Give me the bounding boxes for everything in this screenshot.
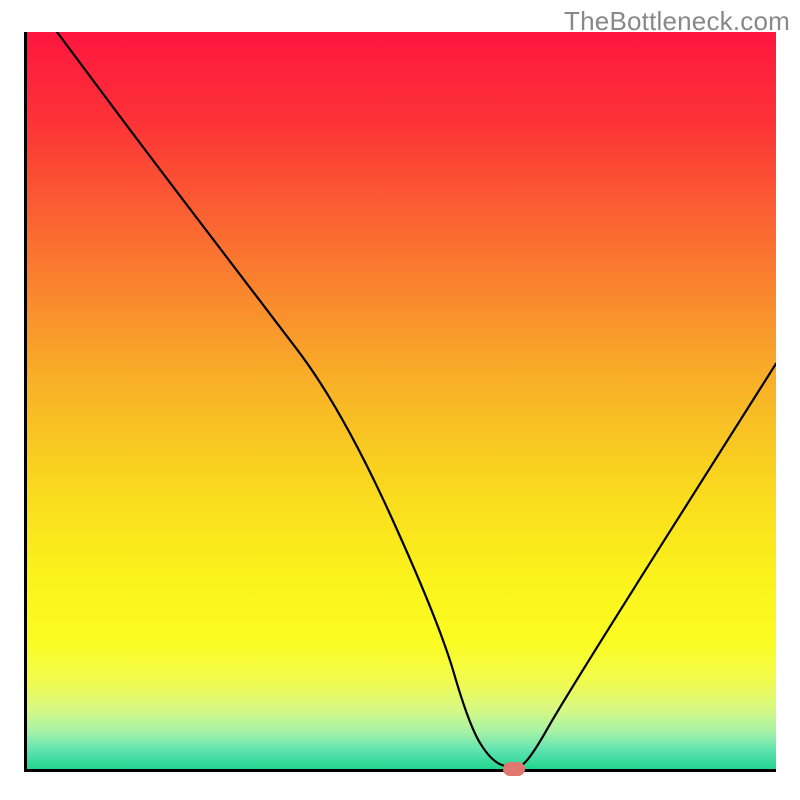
chart-curve: [27, 32, 776, 769]
x-axis: [24, 769, 776, 772]
watermark-text: TheBottleneck.com: [564, 6, 790, 37]
y-axis: [24, 32, 27, 772]
minimum-marker: [503, 762, 525, 776]
